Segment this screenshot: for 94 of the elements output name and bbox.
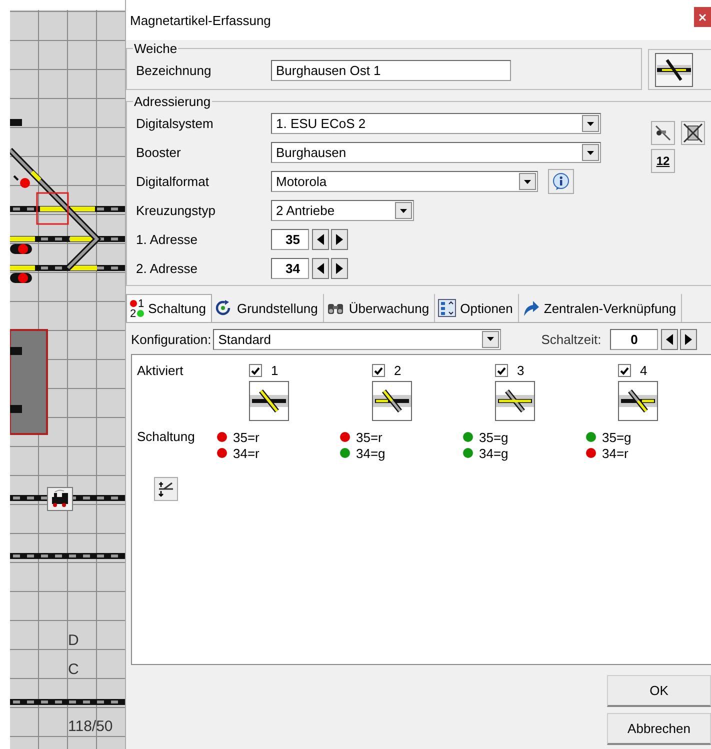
increment-button[interactable]	[331, 229, 348, 250]
checkbox[interactable]	[495, 364, 508, 377]
field-label: Digitalformat	[136, 174, 210, 189]
state-text: 35=r	[233, 430, 260, 444]
crossed-out-icon	[683, 123, 703, 143]
field-label: Bezeichnung	[136, 63, 212, 78]
caret-icon	[400, 208, 407, 212]
state-text: 35=g	[479, 430, 508, 444]
dropdown-field[interactable]: Burghausen	[271, 142, 601, 163]
no-wire-icon	[654, 124, 672, 142]
field-label: 2. Adresse	[136, 261, 198, 276]
dropdown-button[interactable]	[582, 144, 599, 161]
edit-switching-button[interactable]	[154, 477, 178, 501]
info-icon	[552, 172, 570, 190]
address-field[interactable]: 34	[271, 258, 309, 279]
dropdown-button[interactable]	[482, 330, 500, 348]
caret-icon	[587, 150, 594, 154]
info-button[interactable]	[548, 169, 574, 194]
state-text: 35=g	[602, 430, 632, 444]
dropdown-value: Standard	[218, 332, 271, 346]
crossing-icon	[618, 381, 658, 421]
caret-icon	[524, 180, 531, 184]
decrement-button[interactable]	[312, 229, 329, 250]
state-text: 35=r	[356, 430, 382, 444]
right-arrow-icon	[685, 334, 692, 344]
row-label: Aktiviert	[137, 363, 184, 378]
checkbox-label: 3	[517, 363, 524, 378]
group-title: Weiche	[133, 41, 178, 56]
crossing-button[interactable]	[655, 52, 693, 86]
row-label: Schaltung	[137, 429, 196, 444]
crossing-icon	[249, 381, 289, 421]
curved-arrow-icon	[522, 299, 540, 317]
tab[interactable]: 1 2 Schaltung	[126, 294, 212, 322]
dialog-button[interactable]: Abbrechen	[607, 713, 711, 745]
field-label: Booster	[136, 145, 182, 160]
state-text: 34=r	[233, 446, 260, 460]
tab[interactable]: Optionen	[435, 294, 519, 322]
checkbox-label: 1	[271, 363, 278, 378]
disable-button[interactable]	[681, 121, 705, 145]
close-button[interactable]	[694, 7, 711, 27]
caret-icon	[487, 337, 494, 341]
close-icon	[699, 14, 706, 20]
decrement-button[interactable]	[661, 328, 678, 350]
left-arrow-icon	[317, 234, 324, 245]
dropdown-value: Burghausen	[276, 145, 346, 160]
address-field[interactable]: 35	[271, 229, 309, 250]
field-label: 1. Adresse	[136, 232, 198, 247]
field-label: Kreuzungstyp	[136, 203, 216, 218]
dropdown-field[interactable]: 1. ESU ECoS 2	[271, 113, 601, 134]
name-field[interactable]: Burghausen Ost 1	[271, 60, 511, 81]
options-icon	[438, 299, 456, 317]
field-label: Digitalsystem	[136, 116, 214, 131]
checkbox[interactable]	[618, 364, 631, 377]
state-text: 34=g	[356, 446, 386, 460]
refresh-icon	[214, 299, 233, 317]
caret-icon	[587, 122, 594, 126]
window-title: Magnetartikel-Erfassung	[130, 12, 271, 28]
track-label: D	[68, 632, 79, 650]
disconnect-button[interactable]	[651, 121, 675, 145]
field-label: Konfiguration:	[131, 332, 212, 346]
time-field[interactable]: 0	[610, 328, 658, 350]
increment-button[interactable]	[331, 258, 348, 279]
dropdown-button[interactable]	[582, 115, 599, 132]
number-button[interactable]: 12	[651, 149, 675, 173]
state-text: 34=r	[602, 446, 628, 460]
dropdown-value: Motorola	[276, 174, 327, 189]
checkbox-label: 2	[394, 363, 402, 378]
increment-button[interactable]	[680, 328, 698, 350]
dropdown-field[interactable]: Standard	[213, 328, 502, 350]
left-arrow-icon	[666, 334, 674, 344]
dropdown-button[interactable]	[519, 173, 536, 190]
checkbox[interactable]	[249, 364, 262, 377]
dropdown-field[interactable]: 2 Antriebe	[271, 200, 414, 221]
right-arrow-icon	[336, 234, 343, 245]
right-arrow-icon	[336, 263, 343, 274]
decrement-button[interactable]	[312, 258, 329, 279]
group-title: Adressierung	[133, 94, 212, 109]
switch-arrows-icon	[157, 480, 175, 498]
dropdown-value: 2 Antriebe	[276, 203, 335, 218]
left-arrow-icon	[317, 263, 324, 274]
dropdown-button[interactable]	[395, 202, 412, 219]
checkbox-label: 4	[640, 363, 648, 378]
dropdown-value: 1. ESU ECoS 2	[276, 116, 366, 131]
crossing-icon	[657, 56, 691, 82]
checkbox[interactable]	[372, 364, 385, 377]
field-label: Schaltzeit:	[541, 332, 602, 346]
locomotive-icon	[47, 487, 73, 511]
crossing-icon	[495, 381, 535, 421]
dialog-button[interactable]: OK	[607, 675, 711, 707]
dropdown-field[interactable]: Motorola	[271, 171, 538, 192]
crossing-icon	[372, 381, 412, 421]
track-label: C	[68, 661, 79, 679]
track-label: 118/50	[68, 718, 113, 736]
state-text: 34=g	[479, 446, 508, 460]
